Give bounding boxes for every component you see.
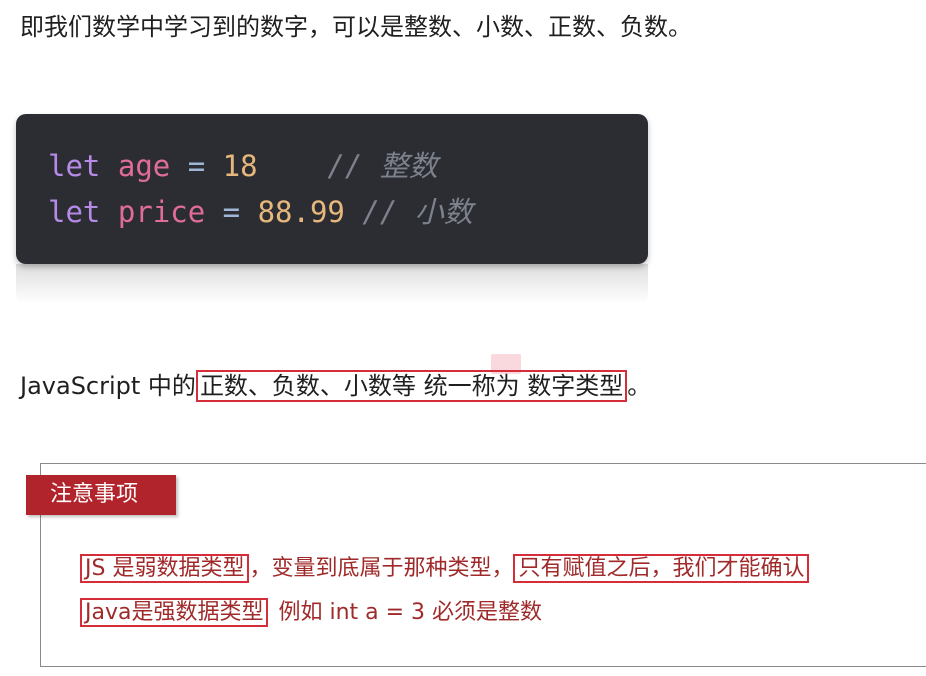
- code-line-2: let price = 88.99 // 小数: [48, 192, 473, 232]
- code-comment: // 小数: [362, 195, 473, 229]
- intro-paragraph: 即我们数学中学习到的数字，可以是整数、小数、正数、负数。: [20, 13, 692, 41]
- note-line-1: JS 是弱数据类型 ，变量到底属于那种类型， 只有赋值之后，我们才能确认: [80, 551, 810, 587]
- assignment-box: 只有赋值之后，我们才能确认: [513, 554, 810, 583]
- note-line-1-middle: ，变量到底属于那种类型，: [249, 556, 514, 581]
- code-operator: =: [222, 195, 241, 229]
- note-line-2: Java是强数据类型 例如 int a = 3 必须是整数: [80, 595, 542, 631]
- weak-type-box: JS 是弱数据类型: [80, 554, 250, 583]
- code-keyword: let: [48, 149, 101, 183]
- note-line-2-rest: 例如 int a = 3 必须是整数: [278, 600, 543, 625]
- number-type-paragraph: JavaScript 中的 正数、负数、小数等 统一称为 数字类型。: [20, 366, 651, 406]
- code-operator: =: [187, 149, 206, 183]
- code-variable: age: [117, 149, 171, 183]
- paragraph-suffix: 。: [627, 372, 652, 400]
- code-number: 88.99: [257, 195, 345, 229]
- paragraph-prefix: JavaScript 中的: [20, 372, 196, 400]
- note-tag: 注意事项: [26, 475, 176, 515]
- code-line-1: let age = 18 // 整数: [48, 146, 438, 186]
- code-number: 18: [222, 149, 258, 183]
- code-keyword: let: [48, 195, 101, 229]
- code-comment: // 整数: [327, 149, 438, 183]
- code-block: let age = 18 // 整数 let price = 88.99 // …: [16, 114, 648, 264]
- code-variable: price: [117, 195, 206, 229]
- highlighted-phrase: 正数、负数、小数等 统一称为 数字类型: [195, 370, 628, 402]
- strong-type-box: Java是强数据类型: [80, 598, 269, 627]
- code-block-reflection: [16, 264, 648, 304]
